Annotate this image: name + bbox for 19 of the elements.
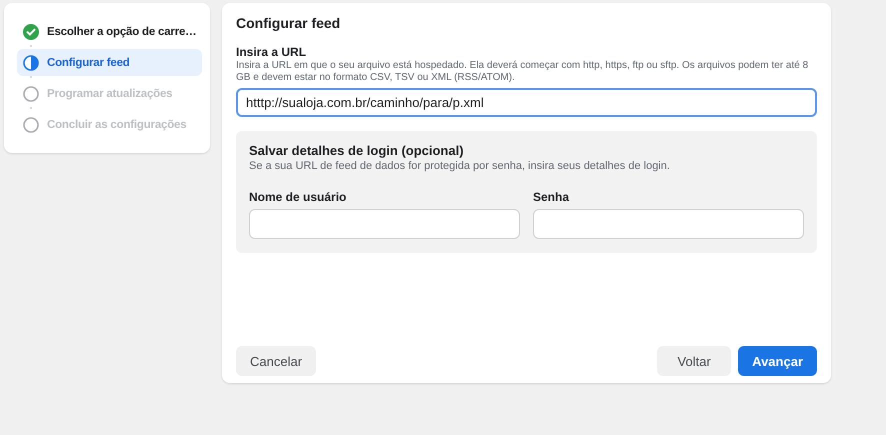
button[interactable]: Avançar	[738, 346, 817, 376]
field-label: Nome de usuário	[249, 190, 348, 204]
half-circle-icon	[23, 54, 39, 70]
url-field[interactable]: htttp://sualoja.com.br/caminho/para/p.xml	[236, 88, 817, 117]
section-description: Se a sua URL de feed de dados for protegida por senha, insira seus detalhes de login.	[249, 160, 671, 172]
empty-circle-icon	[23, 116, 39, 132]
step-item[interactable]: Escolher a opção de carre…	[17, 18, 202, 45]
button[interactable]: Cancelar	[236, 346, 316, 376]
button[interactable]: Voltar	[657, 346, 732, 376]
step-item[interactable]: Configurar feed	[17, 49, 202, 76]
empty-circle-icon	[23, 86, 39, 102]
section-title: Salvar detalhes de login (opcional)	[249, 143, 465, 158]
field-label: Senha	[533, 190, 570, 204]
panel-title: Configurar feed	[236, 15, 342, 31]
input-field[interactable]	[533, 209, 804, 239]
input-field[interactable]	[249, 209, 520, 239]
field-label: Insira a URL	[236, 45, 308, 59]
help-text: Insira a URL em que o seu arquivo está hospedado. Ela deverá começar com http, https, ftp ou sftp. Os arquivos podem ter até 8 GB e devem estar no formato CSV, TSV ou XML (RSS/ATOM).	[236, 60, 810, 84]
check-icon	[23, 24, 39, 40]
